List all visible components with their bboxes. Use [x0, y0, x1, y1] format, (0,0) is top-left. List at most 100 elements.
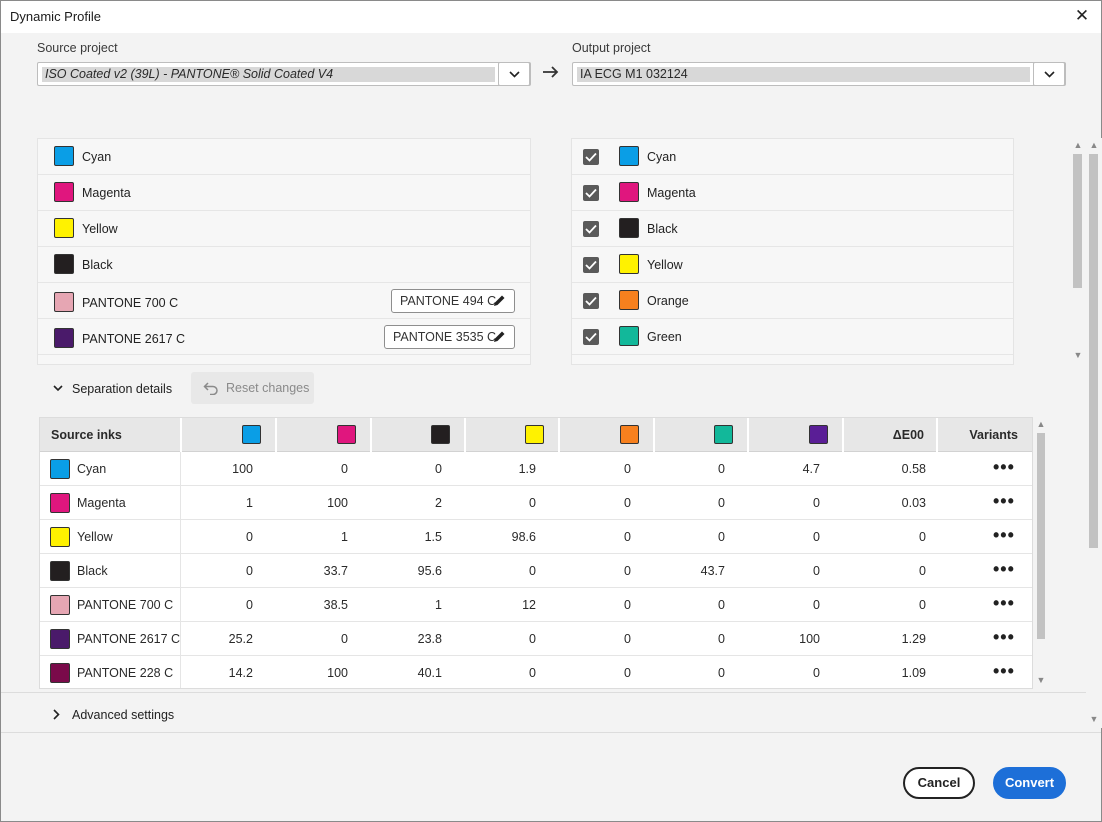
table-row: Black 0 33.7 95.6 0 0 43.7 0 0 ••• — [40, 554, 1032, 588]
ink-swatch — [50, 629, 70, 649]
ink-swatch — [50, 493, 70, 513]
output-project-select[interactable]: IA ECG M1 032124 — [572, 62, 1066, 86]
table-scrollbar[interactable]: ▲ ▼ — [1034, 417, 1048, 689]
ink-checkbox[interactable] — [583, 257, 599, 273]
scrollbar-thumb[interactable] — [1037, 433, 1045, 639]
ink-percentage-cell[interactable]: 0 — [655, 452, 725, 486]
column-header-delta-e: ΔE00 — [844, 418, 938, 452]
ink-percentage-cell[interactable]: 0 — [655, 588, 725, 622]
ink-percentage-cell[interactable]: 33.7 — [277, 554, 348, 588]
ink-percentage-cell[interactable]: 1 — [277, 520, 348, 554]
ink-percentage-cell[interactable]: 0 — [749, 520, 820, 554]
ink-swatch — [619, 218, 639, 238]
ink-percentage-cell[interactable]: 0 — [277, 452, 348, 486]
more-options-icon[interactable]: ••• — [993, 520, 1015, 554]
ink-percentage-cell[interactable]: 98.6 — [466, 520, 536, 554]
ink-percentage-cell[interactable]: 95.6 — [372, 554, 442, 588]
convert-button[interactable]: Convert — [993, 767, 1066, 799]
scrollbar-thumb[interactable] — [1089, 154, 1098, 548]
column-header-source-inks: Source inks — [40, 418, 182, 452]
ink-swatch — [50, 595, 70, 615]
scrollbar-thumb[interactable] — [1073, 154, 1082, 288]
list-item: Magenta — [38, 175, 530, 211]
pencil-icon — [494, 295, 505, 306]
ink-checkbox[interactable] — [583, 185, 599, 201]
ink-percentage-cell[interactable]: 14.2 — [182, 656, 253, 688]
chevron-down-icon[interactable] — [498, 62, 530, 86]
reset-changes-button[interactable]: Reset changes — [191, 372, 314, 404]
ink-percentage-cell[interactable]: 0 — [749, 656, 820, 688]
source-ink-cell: Yellow — [40, 520, 181, 554]
ink-percentage-cell[interactable]: 0 — [466, 554, 536, 588]
ink-percentage-cell[interactable]: 0 — [655, 486, 725, 520]
more-options-icon[interactable]: ••• — [993, 588, 1015, 622]
ink-percentage-cell[interactable]: 12 — [466, 588, 536, 622]
ink-mapping-button[interactable]: PANTONE 494 C — [391, 289, 515, 313]
ink-percentage-cell[interactable]: 0 — [466, 656, 536, 688]
ink-swatch — [50, 459, 70, 479]
ink-percentage-cell[interactable]: 100 — [277, 656, 348, 688]
ink-checkbox[interactable] — [583, 329, 599, 345]
ink-percentage-cell[interactable]: 0 — [749, 554, 820, 588]
table-row: Magenta 1 100 2 0 0 0 0 0.03 ••• — [40, 486, 1032, 520]
ink-percentage-cell[interactable]: 4.7 — [749, 452, 820, 486]
ink-percentage-cell[interactable]: 1 — [372, 588, 442, 622]
more-options-icon[interactable]: ••• — [993, 554, 1015, 588]
ink-name: Black — [647, 222, 678, 236]
ink-percentage-cell[interactable]: 0 — [560, 520, 631, 554]
ink-percentage-cell[interactable]: 23.8 — [372, 622, 442, 656]
ink-percentage-cell[interactable]: 0 — [560, 656, 631, 688]
ink-percentage-cell[interactable]: 1 — [182, 486, 253, 520]
ink-percentage-cell[interactable]: 0 — [277, 622, 348, 656]
delta-e-cell: 0 — [919, 598, 926, 612]
ink-name: PANTONE 2617 C — [82, 332, 186, 346]
ink-percentage-cell[interactable]: 100 — [182, 452, 253, 486]
cancel-button[interactable]: Cancel — [903, 767, 975, 799]
ink-checkbox[interactable] — [583, 149, 599, 165]
ink-percentage-cell[interactable]: 0 — [655, 520, 725, 554]
ink-percentage-cell[interactable]: 0 — [655, 622, 725, 656]
dialog-scrollbar[interactable]: ▲ ▼ — [1086, 138, 1102, 728]
ink-percentage-cell[interactable]: 0 — [749, 486, 820, 520]
close-icon[interactable]: ✕ — [1073, 7, 1091, 25]
ink-percentage-cell[interactable]: 0 — [182, 520, 253, 554]
source-ink-name: Black — [77, 564, 108, 578]
ink-percentage-cell[interactable]: 1.9 — [466, 452, 536, 486]
table-row: PANTONE 2617 C 25.2 0 23.8 0 0 0 100 1.29 ••• — [40, 622, 1032, 656]
ink-percentage-cell[interactable]: 0 — [749, 588, 820, 622]
ink-percentage-cell[interactable]: 0 — [466, 622, 536, 656]
list-item: Orange — [572, 283, 1013, 319]
ink-percentage-cell[interactable]: 0 — [560, 588, 631, 622]
ink-percentage-cell[interactable]: 0 — [182, 588, 253, 622]
ink-percentage-cell[interactable]: 0 — [466, 486, 536, 520]
ink-name: Cyan — [82, 150, 112, 164]
ink-percentage-cell[interactable]: 1.5 — [372, 520, 442, 554]
more-options-icon[interactable]: ••• — [993, 622, 1015, 656]
more-options-icon[interactable]: ••• — [993, 656, 1015, 688]
ink-percentage-cell[interactable]: 43.7 — [655, 554, 725, 588]
ink-mapping-button[interactable]: PANTONE 3535 C — [384, 325, 515, 349]
ink-percentage-cell[interactable]: 2 — [372, 486, 442, 520]
ink-checkbox[interactable] — [583, 221, 599, 237]
ink-percentage-cell[interactable]: 38.5 — [277, 588, 348, 622]
list-item: Cyan — [572, 139, 1013, 175]
ink-percentage-cell[interactable]: 0 — [560, 622, 631, 656]
ink-percentage-cell[interactable]: 25.2 — [182, 622, 253, 656]
ink-panel-scrollbar[interactable]: ▲ ▼ — [1070, 138, 1086, 364]
ink-percentage-cell[interactable]: 100 — [749, 622, 820, 656]
ink-checkbox[interactable] — [583, 293, 599, 309]
ink-percentage-cell[interactable]: 0 — [560, 486, 631, 520]
ink-percentage-cell[interactable]: 0 — [182, 554, 253, 588]
ink-percentage-cell[interactable]: 0 — [372, 452, 442, 486]
advanced-settings-toggle[interactable]: Advanced settings — [49, 706, 199, 726]
ink-percentage-cell[interactable]: 0 — [655, 656, 725, 688]
ink-percentage-cell[interactable]: 0 — [560, 452, 631, 486]
source-project-select[interactable]: ISO Coated v2 (39L) - PANTONE® Solid Coa… — [37, 62, 531, 86]
more-options-icon[interactable]: ••• — [993, 452, 1015, 486]
ink-percentage-cell[interactable]: 0 — [560, 554, 631, 588]
list-item: Green — [572, 319, 1013, 355]
chevron-down-icon[interactable] — [1033, 62, 1065, 86]
ink-percentage-cell[interactable]: 100 — [277, 486, 348, 520]
more-options-icon[interactable]: ••• — [993, 486, 1015, 520]
ink-percentage-cell[interactable]: 40.1 — [372, 656, 442, 688]
